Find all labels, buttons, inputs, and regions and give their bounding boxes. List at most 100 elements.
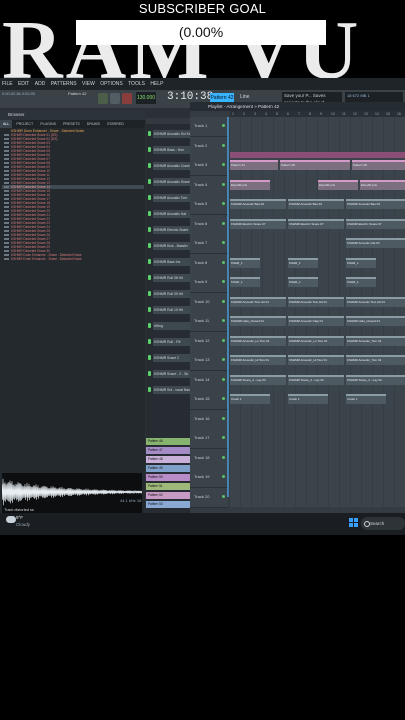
track-mute-led[interactable] xyxy=(222,143,225,147)
channel-mute-led[interactable] xyxy=(148,355,151,360)
track-header[interactable]: Track 16 xyxy=(190,409,228,430)
channel-mute-led[interactable] xyxy=(148,131,151,136)
playlist-clip[interactable]: KSHMR Acoustic_Lo Tom 01 xyxy=(288,335,344,346)
track-header[interactable]: Track 8 xyxy=(190,253,228,274)
track-header[interactable]: Track 1 xyxy=(190,117,228,137)
menu-options[interactable]: OPTIONS xyxy=(98,78,125,90)
channel-mute-led[interactable] xyxy=(148,291,151,296)
channel-mute-led[interactable] xyxy=(148,163,151,168)
track-mute-led[interactable] xyxy=(222,338,225,342)
playlist-clip[interactable]: KSHMR Acoustic_Tom 01 xyxy=(346,335,405,346)
channel-name[interactable]: KSHMR Electric Snare xyxy=(153,226,192,234)
track-mute-led[interactable] xyxy=(222,397,225,400)
menu-patterns[interactable]: PATTERNS xyxy=(49,78,79,90)
track-header[interactable]: Track 19 xyxy=(190,468,228,488)
playlist-clip[interactable]: KSHMR Acoustic_Hi Tom 01 xyxy=(230,355,286,365)
track-mute-led[interactable] xyxy=(222,221,225,225)
browser-tab-starred[interactable]: STARRED xyxy=(104,120,127,128)
menu-add[interactable]: ADD xyxy=(33,78,48,90)
channel-name[interactable]: KSHMR Roll 08 Hit xyxy=(153,274,192,282)
channel-mute-led[interactable] xyxy=(148,243,151,248)
track-mute-led[interactable] xyxy=(222,455,225,459)
track-header[interactable]: Track 14 xyxy=(190,370,228,391)
playlist-clip[interactable]: KSHR_1 xyxy=(288,277,318,287)
channel-mute-led[interactable] xyxy=(148,195,151,200)
stop-button[interactable] xyxy=(110,93,120,104)
track-header[interactable]: Track 12 xyxy=(190,331,228,352)
tempo-display[interactable]: 130.000 xyxy=(136,92,156,104)
channel-name[interactable]: KSHMR Acoustic Crash xyxy=(153,162,192,170)
channel-mute-led[interactable] xyxy=(148,259,151,264)
playlist-clip[interactable]: Eboo60 pris xyxy=(230,179,270,190)
channel-mute-led[interactable] xyxy=(148,211,151,216)
channel-name[interactable]: KSHMR Snare - 2 - Str xyxy=(153,370,192,378)
track-header[interactable]: Track 11 xyxy=(190,312,228,332)
playlist-clip[interactable]: KSHMR Hats_Closed 01 xyxy=(346,316,405,326)
pattern-strip[interactable]: Pattern 51 xyxy=(146,483,190,490)
track-mute-led[interactable] xyxy=(222,163,225,166)
channel-mute-led[interactable] xyxy=(148,147,151,152)
playlist-clip[interactable]: KSHMR Electric Snare 07 xyxy=(288,218,344,229)
playlist-clip[interactable]: KSHMR Acoustic Tom Hit 01 xyxy=(230,296,286,307)
playlist-clip[interactable]: Pattern 24 xyxy=(230,160,278,170)
menu-tools[interactable]: TOOLS xyxy=(126,78,147,90)
play-button[interactable] xyxy=(98,93,108,104)
track-mute-led[interactable] xyxy=(222,475,225,478)
playlist-clip[interactable]: Pattern 28 xyxy=(280,160,350,170)
menu-file[interactable]: FILE xyxy=(0,78,15,90)
menu-view[interactable]: VIEW xyxy=(80,78,97,90)
playlist-clip[interactable]: KSHMR Snare_2 - Lay 02 xyxy=(346,374,405,385)
channel-mute-led[interactable] xyxy=(148,179,151,184)
channel-name[interactable]: KSHMR Roll 10 Hit xyxy=(153,306,192,314)
playlist-clip[interactable]: KSHMR Snare_2 - Lay 02 xyxy=(288,374,344,385)
playlist-clip[interactable]: KSHMR Acoustic Bas 02 xyxy=(230,199,286,209)
channel-name[interactable]: KSHMR Snl - vocal Bass xyxy=(153,386,192,394)
track-mute-led[interactable] xyxy=(222,319,225,322)
track-header[interactable]: Track 18 xyxy=(190,448,228,469)
playlist-clip[interactable]: KSHR_1 xyxy=(288,257,318,268)
channel-name[interactable]: KSHMR Bass - Hon xyxy=(153,146,192,154)
track-mute-led[interactable] xyxy=(222,260,225,264)
channel-mute-led[interactable] xyxy=(148,323,151,328)
track-header[interactable]: Track 9 xyxy=(190,273,228,293)
channel-name[interactable]: KSHMR Acoustic Tom xyxy=(153,194,192,202)
track-mute-led[interactable] xyxy=(222,494,225,498)
track-header[interactable]: Track 2 xyxy=(190,136,228,157)
browser-tab-presets[interactable]: PRESETS xyxy=(60,120,83,128)
pattern-clip-strip[interactable] xyxy=(230,152,405,158)
weather-description[interactable]: Cloudy xyxy=(16,522,30,527)
channel-name[interactable]: KSHMR Roll - Fill xyxy=(153,338,192,346)
pattern-strip[interactable]: Pattern 49 xyxy=(146,465,190,472)
playlist-clip[interactable]: KSHR_1 xyxy=(346,277,376,287)
playlist-clip[interactable]: KSHMR Acoustic Tom Hit 01 xyxy=(346,296,405,307)
snap-mode-label[interactable]: Line xyxy=(240,94,249,100)
playlist-clip[interactable]: KSHMR Acoustic Bas 02 xyxy=(288,199,344,209)
playlist-clip[interactable]: KSHR_1 xyxy=(230,277,260,287)
playlist-clip[interactable]: KSHMR Acoustic_Lo Tom 01 xyxy=(230,335,286,346)
channel-mute-led[interactable] xyxy=(148,371,151,376)
track-header[interactable]: Track 13 xyxy=(190,351,228,371)
pattern-strip[interactable]: Pattern 50 xyxy=(146,474,190,481)
playlist-clip[interactable]: Eboo60 pris xyxy=(360,179,405,190)
playlist-clip[interactable]: KSHMR Acoustic_Tom 01 xyxy=(346,355,405,365)
playlist-clip[interactable]: Crash 1 xyxy=(346,394,386,404)
channel-name[interactable]: KSHMR Bass Ins xyxy=(153,258,192,266)
playlist-clip[interactable]: KSHMR Hats_Closed 01 xyxy=(230,316,286,326)
track-header[interactable]: Track 20 xyxy=(190,487,228,508)
playlist-clip[interactable]: Eboo60 pris xyxy=(318,179,358,190)
playlist-clip[interactable]: KSHMR Acoustic Hat 04 xyxy=(346,238,405,248)
channel-name[interactable]: KSHMR Acoustic Snl Kk xyxy=(153,130,192,138)
track-header[interactable]: Track 10 xyxy=(190,292,228,313)
playlist-clip[interactable]: KSHMR Acoustic Tom Hit 01 xyxy=(288,296,344,307)
playlist-clip[interactable]: KSHMR Snare_2 - Lay 02 xyxy=(230,374,286,385)
record-button[interactable] xyxy=(122,93,132,104)
browser-tab-plugins[interactable]: PLUGINS xyxy=(37,120,59,128)
channel-name[interactable]: KSHMR Kick - Basslin xyxy=(153,242,192,250)
playlist-clip[interactable]: Crash 1 xyxy=(230,394,270,404)
track-mute-led[interactable] xyxy=(222,299,225,303)
track-mute-led[interactable] xyxy=(222,124,225,127)
playlist-clip[interactable]: Crash 1 xyxy=(288,394,328,404)
menu-help[interactable]: HELP xyxy=(148,78,165,90)
channel-name[interactable]: KSHMR Roll 09 Hit xyxy=(153,290,192,298)
menu-edit[interactable]: EDIT xyxy=(16,78,31,90)
